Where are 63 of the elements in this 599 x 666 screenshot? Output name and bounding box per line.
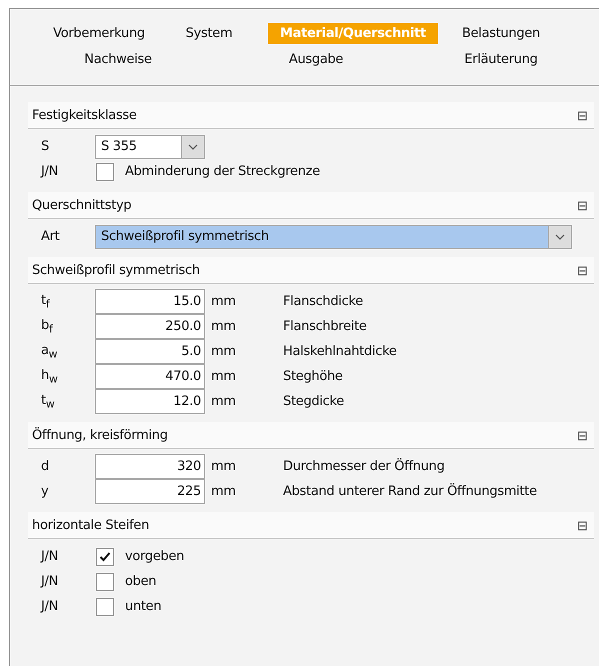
unit-label: mm: [210, 459, 237, 474]
field-description: Steghöhe: [283, 369, 343, 384]
dropdown[interactable]: S 355: [95, 134, 205, 158]
unit-label: mm: [210, 344, 237, 359]
field-label: J/N: [39, 574, 60, 589]
section-title: Öffnung, kreisförming: [32, 428, 168, 442]
unit-label: mm: [210, 484, 237, 499]
tab[interactable]: Ausgabe: [236, 48, 396, 70]
field-label: J/N: [39, 164, 60, 179]
field-label: t$_{f}$: [40, 292, 51, 310]
collapse-button[interactable]: ⊟: [575, 108, 590, 122]
unit-label: mm: [210, 319, 237, 334]
field-description: Halskehlnahtdicke: [283, 344, 397, 359]
section-title: Festigkeitsklasse: [32, 108, 137, 122]
checkbox[interactable]: [96, 598, 114, 616]
dropdown[interactable]: Schweißprofil symmetrisch: [95, 224, 572, 248]
field-label: t$_{w}$: [40, 392, 56, 410]
field-description: Durchmesser der Öffnung: [283, 459, 445, 474]
checkbox-label: oben: [125, 574, 156, 589]
input-field[interactable]: 5.0: [95, 339, 205, 364]
input-field[interactable]: 250.0: [95, 314, 205, 339]
input-field[interactable]: 320: [95, 454, 205, 479]
field-description: Abstand unterer Rand zur Öffnungsmitte: [283, 484, 537, 499]
checkmark-icon: [99, 552, 111, 562]
field-label: h$_{w}$: [40, 368, 59, 386]
section-title: horizontale Steifen: [32, 518, 150, 532]
checkbox[interactable]: [96, 548, 114, 566]
checkbox[interactable]: [96, 162, 114, 180]
input-field[interactable]: 225: [95, 479, 205, 504]
collapse-button[interactable]: ⊟: [575, 518, 590, 532]
unit-label: mm: [210, 369, 237, 384]
tab[interactable]: System: [166, 22, 252, 44]
checkbox-label: unten: [125, 599, 162, 614]
collapse-button[interactable]: ⊟: [575, 428, 590, 442]
section-title: Schweißprofil symmetrisch: [32, 262, 200, 278]
field-label: d: [40, 459, 50, 474]
tab[interactable]: Nachweise: [60, 48, 176, 70]
field-label: a$_{w}$: [40, 342, 58, 360]
field-label: Art: [40, 229, 60, 244]
field-description: Flanschdicke: [283, 294, 363, 309]
field-label: J/N: [39, 599, 60, 614]
field-label: y: [40, 484, 50, 499]
collapse-button[interactable]: ⊟: [575, 264, 590, 276]
field-label: S: [40, 139, 50, 154]
tab[interactable]: Erläuterung: [446, 48, 556, 70]
input-field[interactable]: 470.0: [95, 364, 205, 389]
field-label: J/N: [39, 549, 60, 564]
field-description: Flanschbreite: [283, 319, 367, 334]
chevron-down-icon: [188, 144, 198, 150]
checkbox[interactable]: [96, 572, 114, 590]
unit-label: mm: [210, 294, 237, 309]
section-title: Querschnittstyp: [32, 198, 132, 212]
field-label: b$_{f}$: [40, 318, 54, 336]
chevron-down-icon: [555, 234, 565, 240]
checkbox-label: Abminderung der Streckgrenze: [125, 164, 320, 179]
tab[interactable]: Belastungen: [446, 22, 556, 44]
input-field[interactable]: 15.0: [95, 289, 205, 314]
collapse-button[interactable]: ⊟: [575, 198, 590, 212]
tab[interactable]: Vorbemerkung: [32, 22, 166, 44]
checkbox-label: vorgeben: [125, 549, 184, 564]
input-field[interactable]: 12.0: [95, 389, 205, 414]
unit-label: mm: [210, 394, 237, 409]
field-description: Stegdicke: [283, 394, 344, 409]
